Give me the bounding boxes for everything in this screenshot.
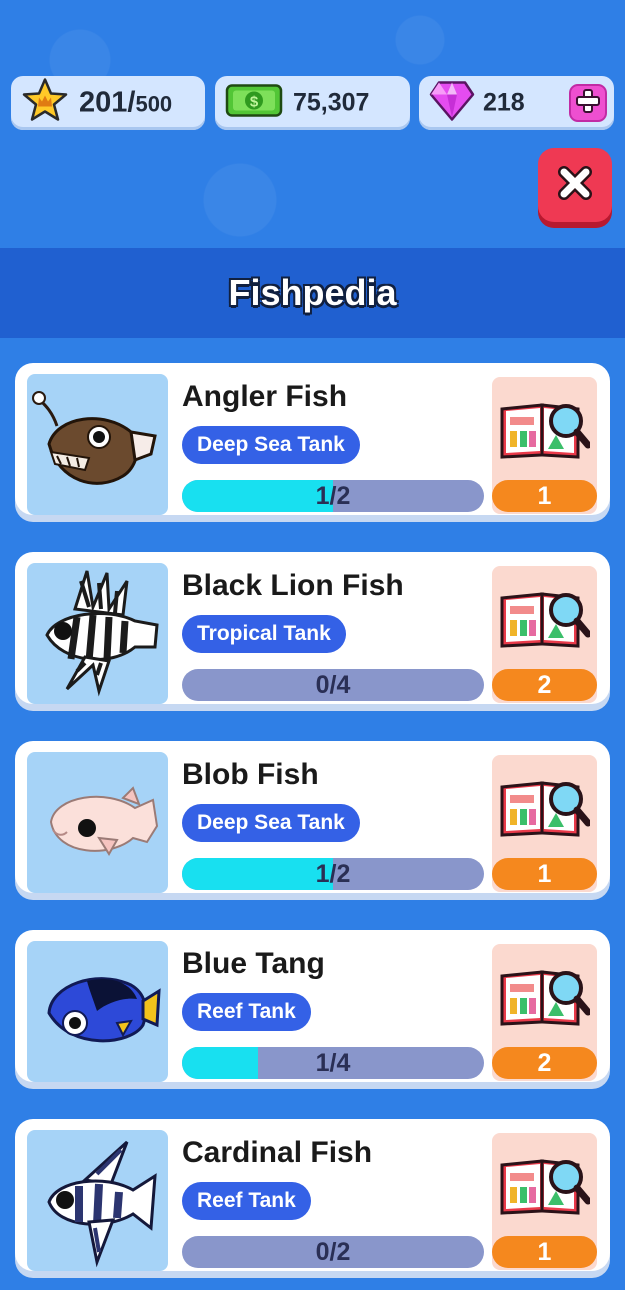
collection-progress: 1/2 — [182, 480, 484, 512]
progress-text: 0/4 — [315, 671, 351, 699]
count-badge: 1 — [492, 480, 597, 512]
gems-counter: 218 — [419, 76, 614, 130]
book-magnifier-icon — [500, 592, 590, 648]
angler-fish-icon — [32, 391, 157, 485]
count-badge: 2 — [492, 669, 597, 701]
fish-card-blue-tang[interactable]: Blue Tang Reef Tank 1/4 2 — [15, 930, 610, 1082]
fish-name: Cardinal Fish — [182, 1136, 373, 1169]
book-magnifier-icon — [500, 403, 590, 459]
book-magnifier-icon — [500, 781, 590, 837]
fish-name: Black Lion Fish — [182, 569, 404, 602]
tank-badge: Deep Sea Tank — [182, 804, 360, 842]
tank-badge: Reef Tank — [182, 993, 311, 1031]
count-badge: 2 — [492, 1047, 597, 1079]
fish-card-angler-fish[interactable]: Angler Fish Deep Sea Tank 1/2 1 — [15, 363, 610, 515]
gems-value: 218 — [483, 88, 525, 117]
fish-thumbnail — [27, 374, 168, 515]
progress-text: 1/2 — [315, 482, 351, 510]
blob-fish-icon — [49, 786, 159, 856]
stars-counter: 201/500 — [11, 76, 205, 130]
gem-icon — [429, 80, 475, 127]
tank-badge: Reef Tank — [182, 1182, 311, 1220]
plus-icon — [575, 88, 601, 119]
add-gems-button[interactable] — [569, 84, 607, 122]
progress-text: 1/2 — [315, 860, 351, 888]
star-crown-icon — [21, 77, 69, 130]
cardinal-fish-icon — [47, 1140, 157, 1268]
collection-progress: 0/4 — [182, 669, 484, 701]
collection-progress: 0/2 — [182, 1236, 484, 1268]
fish-thumbnail — [27, 1130, 168, 1271]
count-badge: 1 — [492, 858, 597, 890]
close-button[interactable] — [538, 148, 612, 222]
fish-thumbnail — [27, 941, 168, 1082]
lion-fish-icon — [45, 570, 159, 697]
page-title: Fishpedia — [228, 272, 397, 313]
fish-name: Blob Fish — [182, 758, 319, 791]
fish-thumbnail — [27, 752, 168, 893]
book-magnifier-icon — [500, 970, 590, 1026]
cash-counter: $ 75,307 — [215, 76, 410, 130]
count-badge: 1 — [492, 1236, 597, 1268]
tank-badge: Tropical Tank — [182, 615, 346, 653]
fish-name: Blue Tang — [182, 947, 325, 980]
collection-progress: 1/4 — [182, 1047, 484, 1079]
blue-tang-icon — [47, 977, 161, 1043]
progress-text: 1/4 — [315, 1049, 351, 1077]
collection-progress: 1/2 — [182, 858, 484, 890]
stars-value: 201/ — [79, 86, 136, 119]
fish-card-blob-fish[interactable]: Blob Fish Deep Sea Tank 1/2 1 — [15, 741, 610, 893]
fish-card-cardinal-fish[interactable]: Cardinal Fish Reef Tank 0/2 1 — [15, 1119, 610, 1271]
fish-name: Angler Fish — [182, 380, 348, 413]
svg-text:$: $ — [250, 94, 259, 111]
close-icon — [555, 163, 595, 208]
book-magnifier-icon — [500, 1159, 590, 1215]
cash-icon: $ — [225, 81, 283, 126]
fish-thumbnail — [27, 563, 168, 704]
cash-value: 75,307 — [293, 88, 370, 117]
stars-max: 500 — [135, 91, 173, 117]
progress-text: 0/2 — [315, 1238, 351, 1266]
tank-badge: Deep Sea Tank — [182, 426, 360, 464]
fish-card-black-lion-fish[interactable]: Black Lion Fish Tropical Tank 0/4 2 — [15, 552, 610, 704]
